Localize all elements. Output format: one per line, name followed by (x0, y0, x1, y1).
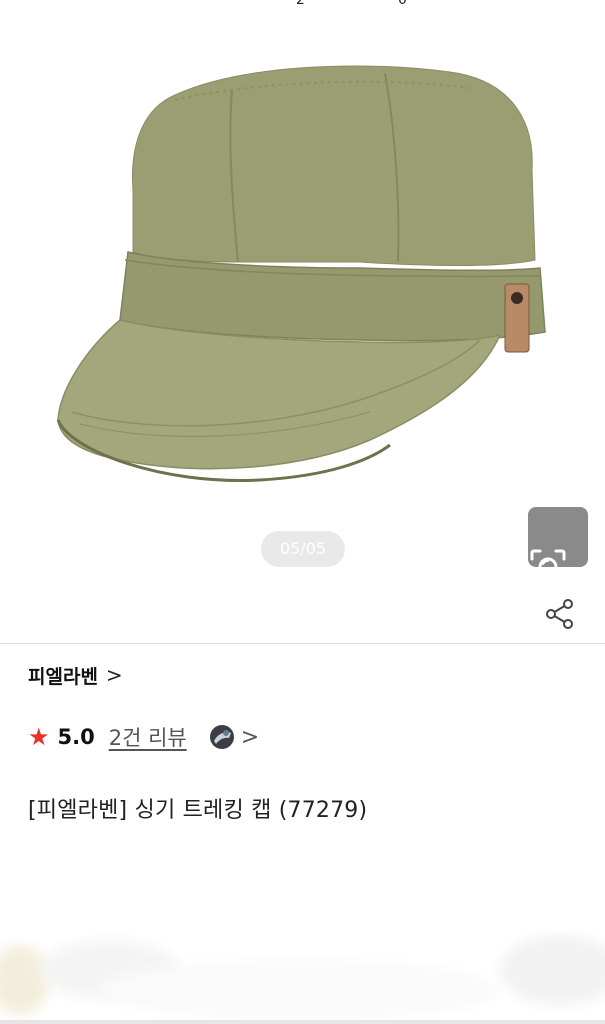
section-divider (0, 643, 605, 644)
star-icon: ★ (28, 723, 50, 751)
share-button[interactable] (542, 596, 578, 632)
share-icon (546, 599, 573, 629)
rating-value: 5.0 (57, 725, 95, 749)
product-page: 2 0 05/05 피엘라벤 > ★ 5.0 2건 리뷰 > [피엘라벤] 싱기… (0, 0, 605, 1024)
top-fragment-b: 0 (398, 0, 407, 8)
reviewer-avatar[interactable] (209, 724, 235, 750)
camera-lens-icon (530, 549, 566, 585)
top-fragment-a: 2 (296, 0, 305, 8)
top-cutoff-text: 2 0 (0, 0, 605, 8)
product-image-gallery[interactable]: 2 0 05/05 (0, 0, 605, 590)
brand-link[interactable]: 피엘라벤 > (28, 660, 123, 690)
image-page-indicator: 05/05 (261, 531, 345, 567)
product-title: [피엘라벤] 싱기 트레킹 캡 (77279) (28, 798, 368, 823)
rating-summary: ★ 5.0 2건 리뷰 > (28, 720, 259, 754)
review-count-link[interactable]: 2건 리뷰 (109, 722, 187, 752)
product-image (56, 65, 546, 482)
chevron-right-icon: > (105, 663, 123, 687)
chevron-right-icon[interactable]: > (241, 725, 259, 750)
brand-name: 피엘라벤 (28, 665, 98, 688)
image-search-button[interactable] (528, 507, 588, 585)
bottom-blurred-content (0, 935, 605, 1024)
